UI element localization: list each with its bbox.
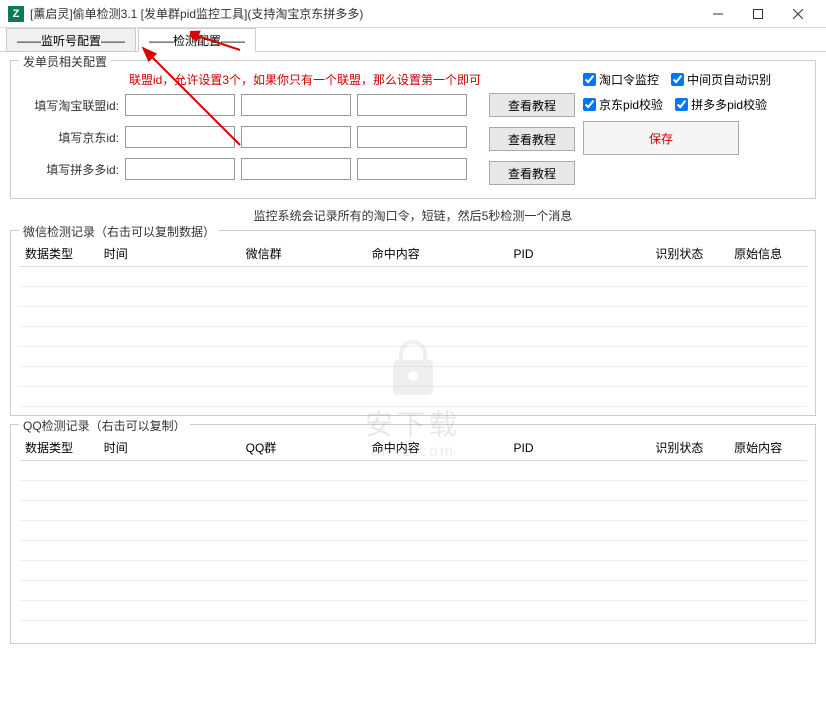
wechat-table[interactable]: 数据类型时间微信群命中内容PID识别状态原始信息 — [19, 241, 807, 267]
checkbox-tkl-monitor[interactable]: 淘口令监控 — [583, 71, 659, 88]
tab-listen-config[interactable]: ——监听号配置—— — [6, 28, 136, 51]
checkbox-jd-pid[interactable]: 京东pid校验 — [583, 96, 663, 113]
fieldset-sender-config: 发单员相关配置 联盟id，允许设置3个，如果你只有一个联盟，那么设置第一个即可 … — [10, 60, 816, 199]
checkbox-mid-auto[interactable]: 中间页自动识别 — [671, 71, 771, 88]
config-hint: 联盟id，允许设置3个，如果你只有一个联盟，那么设置第一个即可 — [129, 71, 481, 88]
center-hint: 监控系统会记录所有的淘口令，短链，然后5秒检测一个消息 — [10, 207, 816, 224]
tutorial-button-jd[interactable]: 查看教程 — [489, 127, 575, 151]
input-taobao-id-2[interactable] — [241, 94, 351, 116]
tutorial-button-taobao[interactable]: 查看教程 — [489, 93, 575, 117]
table-header[interactable]: PID — [508, 241, 650, 267]
fieldset-qq-log: QQ检测记录（右击可以复制） 数据类型时间QQ群命中内容PID识别状态原始内容 — [10, 424, 816, 644]
save-button[interactable]: 保存 — [583, 121, 739, 155]
input-taobao-id-3[interactable] — [357, 94, 467, 116]
input-taobao-id-1[interactable] — [125, 94, 235, 116]
label-pdd-id: 填写拼多多id: — [19, 161, 119, 178]
tab-detect-config[interactable]: ——检测配置—— — [138, 28, 256, 52]
minimize-button[interactable] — [698, 0, 738, 28]
table-header[interactable]: 原始信息 — [728, 241, 807, 267]
table-header[interactable]: 命中内容 — [366, 241, 508, 267]
tutorial-button-pdd[interactable]: 查看教程 — [489, 161, 575, 185]
fieldset-legend: 发单员相关配置 — [19, 53, 111, 70]
qq-log-legend: QQ检测记录（右击可以复制） — [19, 417, 190, 434]
maximize-button[interactable] — [738, 0, 778, 28]
input-jd-id-1[interactable] — [125, 126, 235, 148]
app-icon: Z — [8, 6, 24, 22]
table-header[interactable]: 命中内容 — [366, 435, 508, 461]
label-jd-id: 填写京东id: — [19, 129, 119, 146]
table-header[interactable]: 数据类型 — [19, 241, 98, 267]
table-header[interactable]: 识别状态 — [649, 241, 728, 267]
tab-bar: ——监听号配置—— ——检测配置—— — [0, 28, 826, 52]
titlebar: Z [薰启灵]偷单检测3.1 [发单群pid监控工具](支持淘宝京东拼多多) — [0, 0, 826, 28]
table-header[interactable]: QQ群 — [240, 435, 366, 461]
close-button[interactable] — [778, 0, 818, 28]
table-header[interactable]: 微信群 — [240, 241, 366, 267]
checkbox-pdd-pid[interactable]: 拼多多pid校验 — [675, 96, 767, 113]
window-title: [薰启灵]偷单检测3.1 [发单群pid监控工具](支持淘宝京东拼多多) — [30, 5, 698, 22]
table-header[interactable]: 数据类型 — [19, 435, 98, 461]
input-jd-id-3[interactable] — [357, 126, 467, 148]
wechat-log-legend: 微信检测记录（右击可以复制数据） — [19, 223, 219, 240]
input-pdd-id-1[interactable] — [125, 158, 235, 180]
table-header[interactable]: PID — [508, 435, 650, 461]
qq-table[interactable]: 数据类型时间QQ群命中内容PID识别状态原始内容 — [19, 435, 807, 461]
fieldset-wechat-log: 微信检测记录（右击可以复制数据） 数据类型时间微信群命中内容PID识别状态原始信… — [10, 230, 816, 416]
label-taobao-id: 填写淘宝联盟id: — [19, 97, 119, 114]
table-header[interactable]: 时间 — [98, 241, 240, 267]
table-header[interactable]: 识别状态 — [649, 435, 728, 461]
input-jd-id-2[interactable] — [241, 126, 351, 148]
input-pdd-id-3[interactable] — [357, 158, 467, 180]
table-header[interactable]: 时间 — [98, 435, 240, 461]
input-pdd-id-2[interactable] — [241, 158, 351, 180]
table-header[interactable]: 原始内容 — [728, 435, 807, 461]
